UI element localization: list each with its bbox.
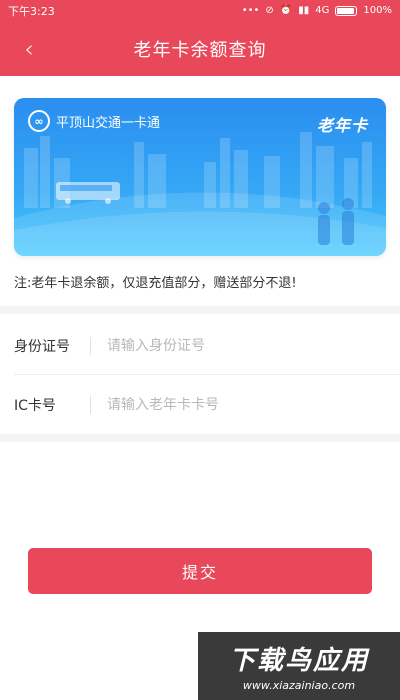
field-separator (90, 337, 91, 355)
card-brand-name: 平顶山交通一卡通 (56, 115, 161, 131)
signal-icon: ▮▮ (298, 5, 310, 16)
ic-number-row: IC卡号 (0, 377, 400, 433)
field-separator (90, 396, 91, 414)
senior-card-image: ∞ 平顶山交通一卡通 老年卡 (14, 98, 386, 256)
refund-note: 注:老年卡退余额，仅退充值部分，赠送部分不退! (14, 276, 297, 291)
battery-percent: 100% (363, 5, 392, 16)
back-icon[interactable]: ‹ (14, 34, 44, 64)
row-divider (14, 374, 400, 375)
submit-button[interactable]: 提交 (28, 548, 372, 594)
app-header: ‹ 老年卡余额查询 (0, 22, 400, 76)
card-brand: ∞ 平顶山交通一卡通 (28, 110, 160, 132)
ic-number-label: IC卡号 (14, 398, 56, 414)
mute-icon: ⊘ (265, 5, 274, 16)
watermark-url: www.xiazainiao.com (242, 679, 356, 692)
section-gap (0, 306, 400, 314)
page-title: 老年卡余额查询 (133, 40, 267, 61)
battery-icon (335, 6, 358, 16)
id-number-label: 身份证号 (14, 339, 70, 355)
bus-icon (56, 182, 120, 204)
status-bar: 下午3:23 ••• ⊘ ⏰ ▮▮ 4G 100% (0, 0, 400, 22)
status-time: 下午3:23 (8, 5, 55, 18)
watermark-logo: 下载鸟应用 www.xiazainiao.com (198, 632, 400, 700)
network-label: 4G (315, 5, 330, 16)
card-type-label: 老年卡 (316, 116, 368, 135)
ic-number-input[interactable] (107, 397, 367, 413)
section-gap (0, 434, 400, 442)
id-number-input[interactable] (107, 338, 367, 354)
more-dots-icon: ••• (241, 5, 260, 16)
transit-logo-icon: ∞ (28, 110, 50, 132)
alarm-icon: ⏰ (279, 5, 293, 16)
id-number-row: 身份证号 (0, 318, 400, 374)
status-icons: ••• ⊘ ⏰ ▮▮ 4G 100% (242, 6, 392, 16)
watermark-text: 下载鸟应用 (228, 646, 369, 676)
